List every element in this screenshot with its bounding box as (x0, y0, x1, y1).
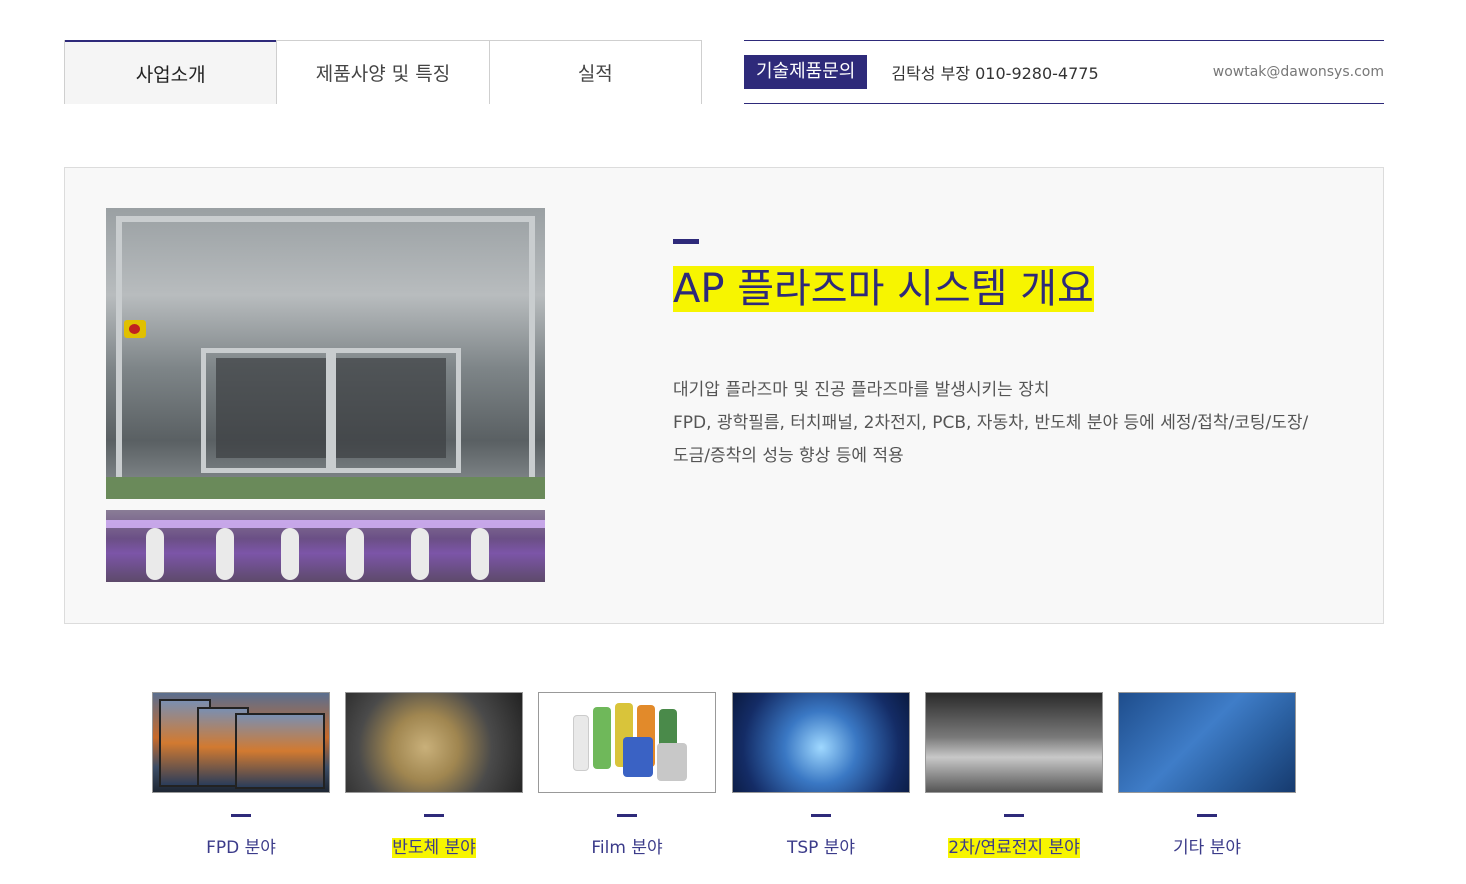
contact-bar: 기술제품문의 김탁성 부장 010-9280-4775 wowtak@dawon… (744, 40, 1384, 104)
application-fields: FPD 분야 반도체 분야 Film 분야 TSP 분야 2차/연료전지 분야 … (152, 692, 1296, 862)
field-accent-bar (231, 814, 251, 817)
field-film[interactable]: Film 분야 (538, 692, 716, 858)
field-battery[interactable]: 2차/연료전지 분야 (925, 692, 1103, 858)
field-label: TSP 분야 (786, 838, 856, 858)
wafer-thumbnail (345, 692, 523, 793)
tab-bar: 사업소개 제품사양 및 특징 실적 (64, 40, 702, 104)
car-thumbnail (925, 692, 1103, 793)
field-label: Film 분야 (591, 838, 663, 858)
field-label: FPD 분야 (206, 838, 276, 858)
field-accent-bar (1197, 814, 1217, 817)
circuit-board-thumbnail (1118, 692, 1296, 793)
field-accent-bar (811, 814, 831, 817)
field-etc[interactable]: 기타 분야 (1118, 692, 1296, 858)
tab-performance[interactable]: 실적 (488, 40, 701, 104)
field-label: 반도체 분야 (392, 838, 476, 858)
inquiry-badge: 기술제품문의 (744, 55, 868, 89)
tab-business-intro[interactable]: 사업소개 (65, 40, 277, 104)
description-line-1: 대기압 플라즈마 및 진공 플라즈마를 발생시키는 장치 (673, 380, 1050, 400)
tab-product-specs[interactable]: 제품사양 및 특징 (276, 40, 489, 104)
description-line-2: FPD, 광학필름, 터치패널, 2차전지, PCB, 자동차, 반도체 분야 … (673, 413, 1309, 433)
field-accent-bar (1004, 814, 1024, 817)
overview-title: AP 플라즈마 시스템 개요 (673, 266, 1094, 312)
field-label: 기타 분야 (1173, 838, 1241, 858)
description-line-3: 도금/증착의 성능 향상 등에 적용 (673, 446, 904, 466)
contact-email[interactable]: wowtak@dawonsys.com (1213, 64, 1384, 80)
field-accent-bar (424, 814, 444, 817)
title-accent-bar (673, 239, 699, 244)
field-semiconductor[interactable]: 반도체 분야 (345, 692, 523, 858)
contact-person: 김탁성 부장 010-9280-4775 (891, 64, 1099, 83)
film-rolls-thumbnail (538, 692, 716, 793)
field-tsp[interactable]: TSP 분야 (732, 692, 910, 858)
touch-panel-thumbnail (732, 692, 910, 793)
fpd-thumbnail (152, 692, 330, 793)
plasma-glow-photo (106, 510, 545, 582)
field-accent-bar (617, 814, 637, 817)
plasma-equipment-photo (106, 208, 545, 499)
field-label: 2차/연료전지 분야 (948, 838, 1080, 858)
overview-description: 대기압 플라즈마 및 진공 플라즈마를 발생시키는 장치 FPD, 광학필름, … (673, 374, 1353, 473)
field-fpd[interactable]: FPD 분야 (152, 692, 330, 858)
overview-section: AP 플라즈마 시스템 개요 대기압 플라즈마 및 진공 플라즈마를 발생시키는… (64, 167, 1384, 624)
